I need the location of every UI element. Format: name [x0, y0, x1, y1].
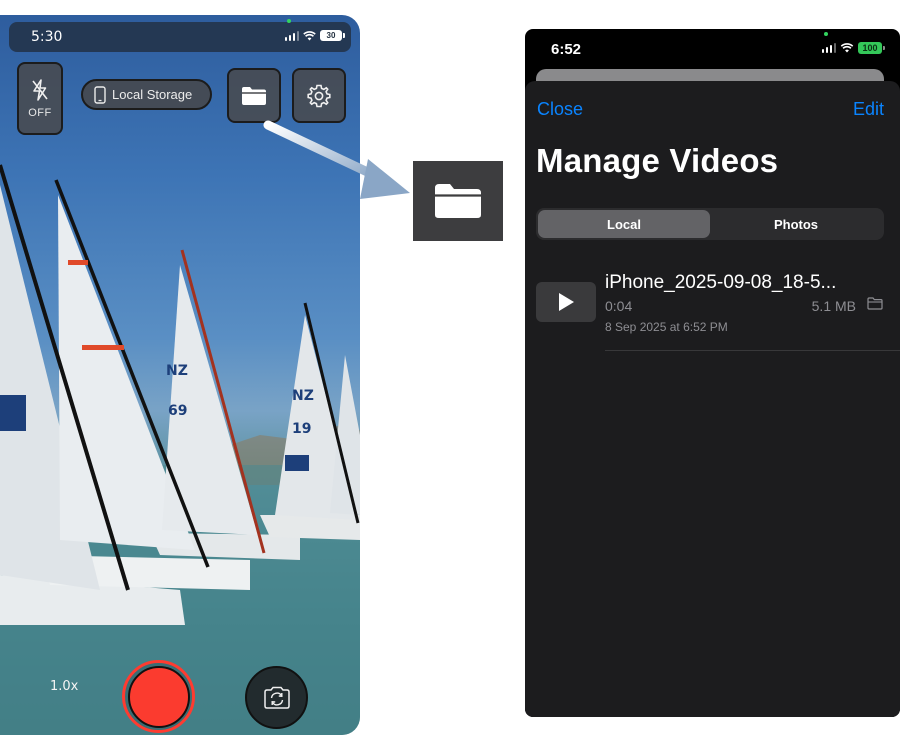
camera-in-use-indicator: [287, 19, 291, 23]
storage-location-button[interactable]: Local Storage: [81, 79, 212, 110]
cellular-signal-icon: [821, 43, 836, 53]
manage-videos-screen: 6:52 100 Close Edit Manage Videos Local …: [525, 29, 900, 717]
video-file-size: 5.1 MB: [811, 298, 856, 314]
record-button[interactable]: [122, 660, 195, 733]
phone-icon: [94, 85, 106, 104]
video-thumbnail[interactable]: [536, 282, 596, 322]
svg-text:NZ: NZ: [292, 388, 314, 404]
video-list-item[interactable]: iPhone_2025-09-08_18-5... 0:04 5.1 MB 8 …: [525, 267, 900, 351]
status-bar: 6:52 100: [525, 29, 900, 73]
flash-state-label: OFF: [28, 107, 52, 119]
edit-button[interactable]: Edit: [853, 99, 884, 120]
pointer-arrow: [263, 120, 410, 199]
folder-icon: [242, 86, 266, 105]
storage-location-label: Local Storage: [112, 87, 193, 102]
video-filename: iPhone_2025-09-08_18-5...: [605, 272, 837, 293]
source-segmented-control: Local Photos: [536, 208, 884, 240]
record-button-core: [127, 665, 190, 728]
cellular-signal-icon: [284, 30, 299, 41]
folder-icon: [435, 184, 481, 218]
battery-icon: 30: [320, 30, 345, 41]
status-time: 6:52: [551, 41, 582, 58]
wifi-icon: [303, 30, 316, 40]
video-duration: 0:04: [605, 298, 633, 314]
battery-icon: 100: [858, 42, 885, 54]
close-button[interactable]: Close: [537, 99, 583, 120]
svg-text:69: 69: [168, 403, 187, 419]
wifi-icon: [840, 43, 854, 53]
svg-text:19: 19: [292, 421, 311, 437]
folder-button-callout: [413, 161, 503, 241]
flip-camera-button[interactable]: [245, 666, 308, 729]
page-title: Manage Videos: [536, 142, 779, 179]
status-bar: 5:30 30: [9, 19, 351, 52]
camera-flip-icon: [263, 686, 290, 709]
gear-icon: [307, 84, 331, 107]
manage-videos-sheet: Close Edit Manage Videos Local Photos iP…: [525, 81, 900, 717]
video-date: 8 Sep 2025 at 6:52 PM: [605, 320, 728, 334]
folder-icon: [867, 297, 883, 310]
play-icon: [559, 293, 574, 311]
status-time: 5:30: [31, 29, 63, 45]
flash-off-icon: [32, 79, 48, 101]
segment-photos[interactable]: Photos: [710, 210, 882, 238]
svg-text:NZ: NZ: [166, 363, 188, 379]
zoom-level-label[interactable]: 1.0x: [50, 679, 78, 694]
flash-toggle-button[interactable]: OFF: [17, 62, 63, 135]
row-divider: [605, 350, 900, 351]
camera-in-use-indicator: [824, 32, 828, 36]
segment-local[interactable]: Local: [538, 210, 710, 238]
